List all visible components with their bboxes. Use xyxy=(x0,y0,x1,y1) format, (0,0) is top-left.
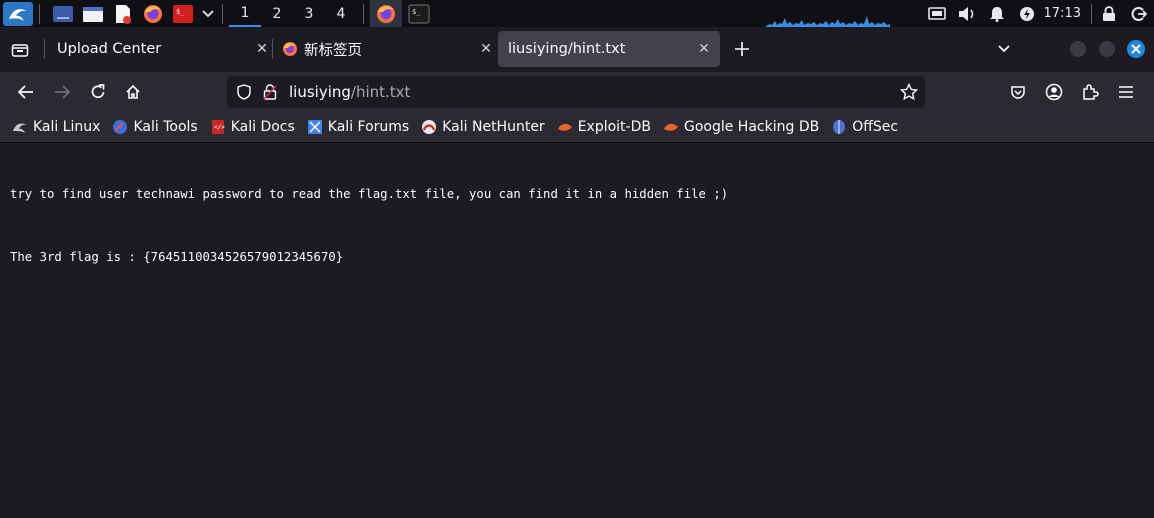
bookmark-label: Google Hacking DB xyxy=(683,119,820,135)
nethunter-icon xyxy=(421,119,437,135)
close-icon[interactable]: ✕ xyxy=(694,39,714,59)
bookmark-label: Kali Docs xyxy=(230,119,295,135)
bookmark-label: Kali Forums xyxy=(327,119,410,135)
display-icon[interactable] xyxy=(922,0,952,27)
bookmark-label: Exploit-DB xyxy=(577,119,651,135)
svg-text:</>: </> xyxy=(214,124,225,131)
kali-tools-icon xyxy=(112,119,128,135)
taskbar-divider xyxy=(222,3,223,24)
text-editor-icon[interactable] xyxy=(110,3,136,25)
account-icon[interactable] xyxy=(1042,80,1066,104)
url-host: liusiying xyxy=(289,83,351,101)
bookmark-kali-forums[interactable]: Kali Forums xyxy=(307,119,409,135)
minimize-button[interactable] xyxy=(1070,41,1086,57)
shield-icon[interactable] xyxy=(235,83,253,101)
list-all-tabs-button[interactable] xyxy=(992,37,1016,61)
volume-icon[interactable] xyxy=(952,0,982,27)
url-path: /hint.txt xyxy=(350,83,411,101)
ghdb-icon xyxy=(663,119,679,135)
tab-upload-center[interactable]: Upload Center ✕ xyxy=(46,31,272,67)
logout-icon[interactable] xyxy=(1124,0,1154,27)
url-text[interactable]: liusiying/hint.txt xyxy=(289,83,410,101)
firefox-window-icon[interactable] xyxy=(370,0,402,27)
bookmark-label: Kali Linux xyxy=(33,119,101,135)
tab-new-tab[interactable]: 新标签页 ✕ xyxy=(274,31,496,67)
maximize-button[interactable] xyxy=(1099,41,1115,57)
hint-text-line: try to find user technawi password to re… xyxy=(10,187,729,201)
firefox-view-button[interactable] xyxy=(0,27,40,72)
lock-icon[interactable] xyxy=(1094,0,1124,27)
pocket-icon[interactable] xyxy=(1006,80,1030,104)
home-button[interactable] xyxy=(121,80,145,104)
close-icon[interactable]: ✕ xyxy=(476,39,496,59)
chevron-down-icon[interactable] xyxy=(200,3,216,25)
offsec-icon xyxy=(831,119,847,135)
flag-text-line: The 3rd flag is : {764511003452657901234… xyxy=(10,250,344,264)
system-taskbar: $_ 1 2 3 4 $_ 17:13 xyxy=(0,0,1154,27)
reload-button[interactable] xyxy=(86,80,110,104)
tab-title: 新标签页 xyxy=(304,42,362,59)
page-content: try to find user technawi password to re… xyxy=(0,144,1154,518)
workspace-3[interactable]: 3 xyxy=(293,0,325,27)
terminal-root-icon[interactable]: $_ xyxy=(170,3,196,25)
bookmark-offsec[interactable]: OffSec xyxy=(831,119,898,135)
taskbar-divider xyxy=(39,3,40,24)
window-close-button[interactable] xyxy=(1127,40,1145,58)
bookmark-star-icon[interactable] xyxy=(899,82,919,102)
insecure-lock-icon[interactable] xyxy=(261,83,279,101)
navigation-toolbar: liusiying/hint.txt xyxy=(0,72,1154,112)
tab-title: liusiying/hint.txt xyxy=(508,41,626,57)
bookmark-google-hacking-db[interactable]: Google Hacking DB xyxy=(663,119,819,135)
bookmark-kali-nethunter[interactable]: Kali NetHunter xyxy=(421,119,545,135)
new-tab-button[interactable] xyxy=(730,37,754,61)
close-icon[interactable]: ✕ xyxy=(252,39,272,59)
browser-tab-bar: Upload Center ✕ 新标签页 ✕ liusiying/hint.tx… xyxy=(0,27,1154,72)
taskbar-divider xyxy=(1091,3,1092,24)
bookmark-kali-linux[interactable]: Kali Linux xyxy=(12,119,100,135)
bookmark-label: Kali NetHunter xyxy=(442,119,545,135)
kali-docs-icon: </> xyxy=(210,119,226,135)
bookmarks-toolbar: Kali Linux Kali Tools </> Kali Docs Kali… xyxy=(0,112,1154,143)
bookmark-label: OffSec xyxy=(852,119,899,135)
forward-button[interactable] xyxy=(50,80,74,104)
workspace-app-icon[interactable] xyxy=(50,3,76,25)
svg-text:$_: $_ xyxy=(176,8,185,16)
power-icon[interactable] xyxy=(1012,0,1042,27)
svg-text:$_: $_ xyxy=(412,8,421,16)
back-button[interactable] xyxy=(14,80,38,104)
terminal-window-icon[interactable]: $_ xyxy=(406,3,432,25)
tab-hint-txt[interactable]: liusiying/hint.txt ✕ xyxy=(498,31,720,67)
taskbar-divider xyxy=(363,3,364,24)
bookmark-exploit-db[interactable]: Exploit-DB xyxy=(557,119,651,135)
firefox-icon[interactable] xyxy=(140,3,166,25)
kali-dragon-icon xyxy=(12,119,28,135)
clock[interactable]: 17:13 xyxy=(1042,6,1089,21)
workspace-4[interactable]: 4 xyxy=(325,0,357,27)
file-manager-icon[interactable] xyxy=(80,3,106,25)
workspace-2[interactable]: 2 xyxy=(261,0,293,27)
notification-bell-icon[interactable] xyxy=(982,0,1012,27)
hamburger-menu-icon[interactable] xyxy=(1114,80,1138,104)
tab-divider xyxy=(44,39,45,59)
extensions-icon[interactable] xyxy=(1078,80,1102,104)
kali-forums-icon xyxy=(307,119,323,135)
tab-divider xyxy=(272,39,273,59)
workspace-1[interactable]: 1 xyxy=(229,0,261,27)
tab-title: Upload Center xyxy=(57,41,162,57)
firefox-icon xyxy=(282,41,298,57)
network-activity-graph xyxy=(766,16,890,27)
kali-menu-icon[interactable] xyxy=(3,1,33,26)
bookmark-kali-docs[interactable]: </> Kali Docs xyxy=(210,119,295,135)
bookmark-label: Kali Tools xyxy=(133,119,198,135)
bookmark-kali-tools[interactable]: Kali Tools xyxy=(112,119,198,135)
exploit-db-icon xyxy=(557,119,573,135)
url-bar[interactable]: liusiying/hint.txt xyxy=(227,76,925,108)
